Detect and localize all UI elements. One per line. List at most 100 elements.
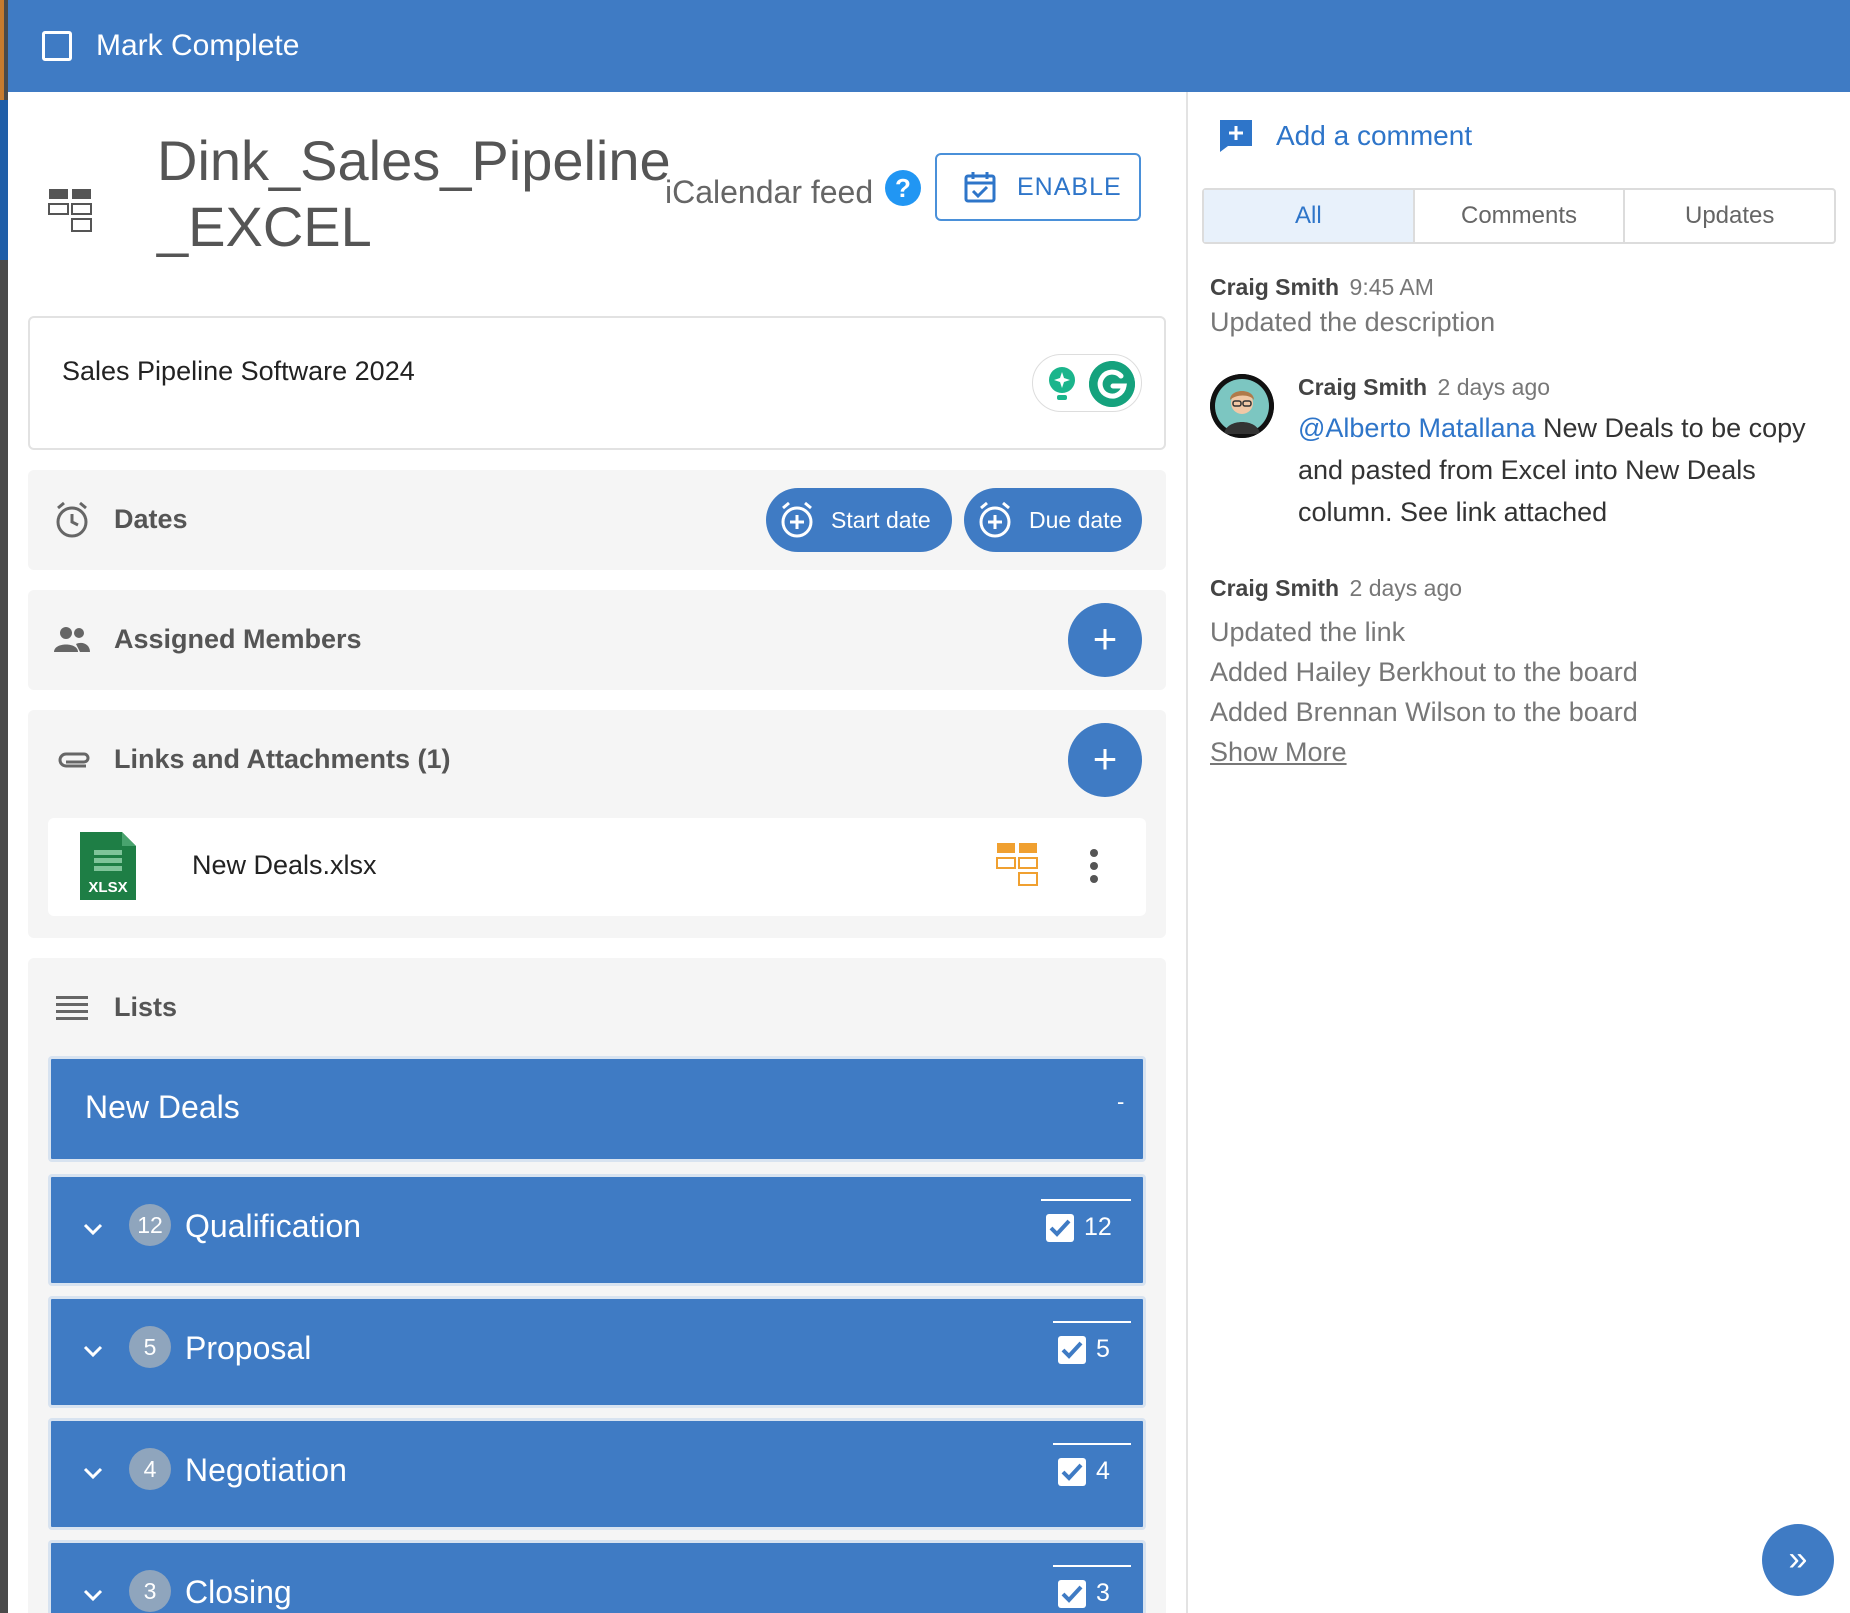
attachment-item[interactable]: XLSX New Deals.xlsx [48, 818, 1146, 916]
list-closing[interactable]: 3 Closing 3 [48, 1540, 1146, 1613]
description-field[interactable]: Sales Pipeline Software 2024 [28, 316, 1166, 450]
chevron-down-icon[interactable] [81, 1583, 105, 1607]
item-count-badge: 3 [129, 1570, 171, 1612]
comment-item: Craig Smith 2 days ago @Alberto Matallan… [1298, 374, 1838, 533]
show-more-link[interactable]: Show More [1210, 732, 1638, 772]
list-title: Proposal [185, 1330, 312, 1366]
checked-count: 5 [1058, 1335, 1110, 1364]
links-attachments-section: Links and Attachments (1) + XLSX New Dea… [28, 710, 1166, 938]
tab-updates[interactable]: Updates [1625, 190, 1834, 242]
mark-complete-checkbox[interactable] [42, 31, 72, 61]
add-comment-button[interactable]: Add a comment [1218, 118, 1472, 154]
due-date-button[interactable]: Due date [964, 488, 1142, 552]
tab-all[interactable]: All [1204, 190, 1415, 242]
checked-count-value: 3 [1096, 1579, 1110, 1607]
checklist-divider [1041, 1199, 1131, 1201]
comment-body: @Alberto Matallana New Deals to be copy … [1298, 407, 1838, 533]
checked-count-value: 4 [1096, 1457, 1110, 1485]
tab-comments[interactable]: Comments [1415, 190, 1626, 242]
add-comment-icon [1220, 120, 1252, 152]
card-title[interactable]: Dink_Sales_Pipeline_EXCEL [157, 128, 687, 260]
activity-panel: Add a comment All Comments Updates Craig… [1186, 92, 1850, 1613]
icalendar-feed-label: iCalendar feed [665, 174, 874, 210]
xlsx-icon-text: XLSX [88, 879, 127, 896]
checked-count: 3 [1058, 1579, 1110, 1608]
list-proposal[interactable]: 5 Proposal 5 [48, 1296, 1146, 1408]
add-attachment-button[interactable]: + [1068, 723, 1142, 797]
add-alarm-icon [979, 501, 1011, 538]
grammarly-icon [1089, 361, 1135, 407]
activity-tabs: All Comments Updates [1202, 188, 1836, 244]
excel-file-icon: XLSX [80, 832, 136, 900]
assigned-members-label: Assigned Members [114, 624, 362, 654]
list-qualification[interactable]: 12 Qualification 12 [48, 1174, 1146, 1286]
activity-text: Added Brennan Wilson to the board [1210, 697, 1638, 727]
card-detail-panel: Dink_Sales_Pipeline_EXCEL iCalendar feed… [8, 92, 1186, 1613]
edge-accent-blue [0, 100, 8, 260]
lightbulb-icon [1049, 367, 1075, 400]
comment-time: 2 days ago [1437, 374, 1551, 400]
checked-count-value: 12 [1084, 1213, 1112, 1241]
grammarly-widget[interactable] [1032, 354, 1142, 412]
start-date-button[interactable]: Start date [766, 488, 952, 552]
activity-text: Updated the description [1210, 307, 1496, 337]
chevron-down-icon[interactable] [81, 1217, 105, 1241]
more-options-icon[interactable] [1088, 848, 1100, 884]
item-count-badge: 4 [129, 1448, 171, 1490]
activity-time: 2 days ago [1349, 575, 1463, 601]
description-text: Sales Pipeline Software 2024 [62, 356, 415, 386]
enable-icalendar-button[interactable]: ENABLE [935, 153, 1141, 221]
checklist-divider [1053, 1565, 1131, 1567]
checklist-divider [1053, 1443, 1131, 1445]
checkbox-checked-icon [1058, 1335, 1086, 1364]
lists-label: Lists [114, 992, 178, 1022]
left-edge-strip [0, 0, 8, 1613]
edge-accent-orange [0, 0, 4, 110]
add-member-button[interactable]: + [1068, 603, 1142, 677]
paperclip-icon [58, 752, 90, 768]
list-title: New Deals [85, 1089, 240, 1125]
avatar [1210, 374, 1274, 438]
list-negotiation[interactable]: 4 Negotiation 4 [48, 1418, 1146, 1530]
add-alarm-icon [781, 501, 813, 538]
attachment-name[interactable]: New Deals.xlsx [192, 850, 377, 881]
activity-text: Added Hailey Berkhout to the board [1210, 657, 1638, 687]
list-lines-icon [56, 996, 88, 1020]
help-icon[interactable]: ? [885, 170, 921, 206]
activity-author: Craig Smith [1210, 274, 1340, 300]
board-link-icon[interactable] [996, 842, 1038, 892]
checked-count: 4 [1058, 1457, 1110, 1486]
checkbox-checked-icon [1046, 1213, 1074, 1242]
links-attachments-label: Links and Attachments (1) [114, 744, 451, 774]
checked-count: 12 [1046, 1213, 1112, 1242]
item-count-badge: 5 [129, 1326, 171, 1368]
card-header: Dink_Sales_Pipeline_EXCEL iCalendar feed… [48, 128, 1178, 308]
expand-panel-button[interactable]: » [1762, 1524, 1834, 1596]
list-new-deals[interactable]: New Deals - [48, 1056, 1146, 1162]
start-date-label: Start date [831, 506, 931, 533]
top-bar: Mark Complete [8, 0, 1850, 92]
collapse-toggle[interactable]: - [1117, 1089, 1124, 1115]
item-count-badge: 12 [129, 1204, 171, 1246]
dates-label: Dates [114, 504, 188, 534]
chevron-down-icon[interactable] [81, 1339, 105, 1363]
list-title: Qualification [185, 1208, 362, 1244]
activity-text: Updated the link [1210, 617, 1406, 647]
activity-item: Craig Smith 2 days ago Updated the link … [1210, 568, 1638, 772]
activity-item: Craig Smith 9:45 AM Updated the descript… [1210, 274, 1495, 338]
enable-button-label: ENABLE [1017, 172, 1122, 201]
list-title: Closing [185, 1574, 292, 1610]
checkbox-checked-icon [1058, 1457, 1086, 1486]
chevron-down-icon[interactable] [81, 1461, 105, 1485]
mark-complete-label[interactable]: Mark Complete [96, 29, 299, 63]
checked-count-value: 5 [1096, 1335, 1110, 1363]
dates-section: Dates Start date Due date [28, 470, 1166, 570]
add-comment-label: Add a comment [1276, 120, 1473, 151]
user-mention[interactable]: @Alberto Matallana [1298, 413, 1536, 443]
alarm-clock-icon [56, 501, 88, 538]
calendar-check-icon [964, 172, 996, 203]
checklist-divider [1053, 1321, 1131, 1323]
comment-author: Craig Smith [1298, 374, 1428, 400]
activity-time: 9:45 AM [1349, 274, 1434, 300]
assigned-members-section: Assigned Members + [28, 590, 1166, 690]
